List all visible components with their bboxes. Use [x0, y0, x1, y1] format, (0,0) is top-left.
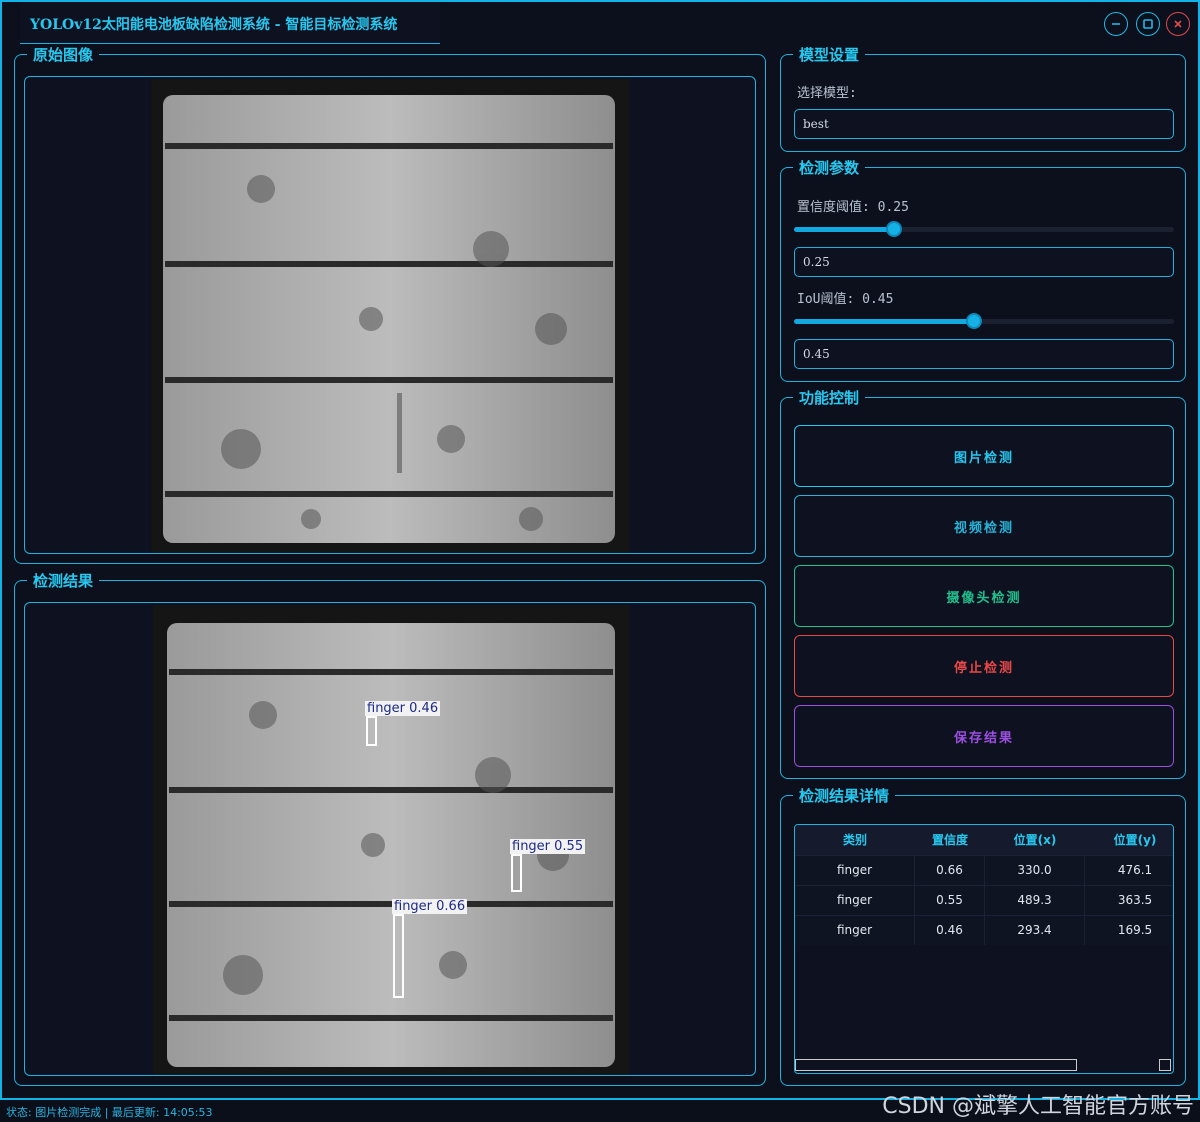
column-header[interactable]: 置信度 — [915, 825, 985, 855]
stop-detect-button[interactable]: 停止检测 — [794, 635, 1174, 697]
detection-label: finger 0.66 — [392, 899, 468, 914]
status-text: 状态: 图片检测完成 | 最后更新: 14:05:53 — [6, 1106, 213, 1119]
confidence-label: 置信度阈值: 0.25 — [797, 200, 909, 215]
table-cell: finger — [795, 886, 915, 915]
original-image-frame — [24, 76, 756, 554]
detection-params-title: 检测参数 — [793, 159, 866, 177]
column-header[interactable]: 位置(x) — [985, 825, 1085, 855]
original-image-title: 原始图像 — [27, 46, 100, 64]
result-details-title: 检测结果详情 — [793, 787, 896, 805]
table-cell: 0.46 — [915, 916, 985, 945]
table-cell: 0.55 — [915, 886, 985, 915]
result-table[interactable]: 类别 置信度 位置(x) 位置(y) finger 0.66 330.0 476… — [794, 824, 1174, 1074]
video-detect-button[interactable]: 视频检测 — [794, 495, 1174, 557]
iou-label: IoU阈值: 0.45 — [797, 292, 894, 307]
detection-label: finger 0.46 — [365, 701, 441, 716]
result-image-title: 检测结果 — [27, 572, 100, 590]
table-cell: 363.5 — [1117, 893, 1153, 907]
original-image — [151, 79, 629, 553]
model-settings-title: 模型设置 — [793, 46, 866, 64]
iou-slider-fill — [794, 319, 974, 324]
image-detect-button[interactable]: 图片检测 — [794, 425, 1174, 487]
result-image-frame: finger 0.46 finger 0.55 finger 0.66 — [24, 602, 756, 1076]
table-cell: 330.0 — [985, 856, 1085, 885]
table-header: 类别 置信度 位置(x) 位置(y) — [795, 825, 1173, 855]
window-title: YOLOv12太阳能电池板缺陷检测系统 - 智能目标检测系统 — [30, 17, 398, 33]
table-cell: 476.1 — [1117, 863, 1153, 877]
function-control-title: 功能控制 — [793, 389, 866, 407]
scrollbar-corner[interactable] — [1159, 1059, 1171, 1071]
save-result-button[interactable]: 保存结果 — [794, 705, 1174, 767]
model-select-label: 选择模型: — [797, 86, 857, 101]
column-header[interactable]: 类别 — [795, 825, 915, 855]
confidence-input[interactable]: 0.25 — [794, 247, 1174, 277]
confidence-slider-handle[interactable] — [886, 221, 902, 237]
table-cell: 293.4 — [985, 916, 1085, 945]
table-cell: 489.3 — [985, 886, 1085, 915]
horizontal-scrollbar[interactable] — [795, 1059, 1077, 1071]
table-row[interactable]: finger 0.46 293.4 169.5 — [795, 915, 1173, 945]
column-header[interactable]: 位置(y) — [1085, 825, 1173, 855]
confidence-slider[interactable] — [794, 220, 1174, 238]
maximize-icon — [1143, 19, 1153, 29]
detection-label: finger 0.55 — [510, 839, 586, 854]
maximize-button[interactable] — [1136, 12, 1160, 36]
iou-slider[interactable] — [794, 312, 1174, 330]
title-tab: YOLOv12太阳能电池板缺陷检测系统 - 智能目标检测系统 — [20, 2, 440, 44]
table-cell: finger — [795, 856, 915, 885]
title-bar[interactable]: YOLOv12太阳能电池板缺陷检测系统 - 智能目标检测系统 — [2, 2, 1198, 44]
result-image: finger 0.46 finger 0.55 finger 0.66 — [153, 605, 629, 1075]
camera-detect-button[interactable]: 摄像头检测 — [794, 565, 1174, 627]
iou-slider-handle[interactable] — [966, 313, 982, 329]
minimize-icon — [1112, 23, 1120, 25]
table-cell: 169.5 — [1117, 923, 1153, 937]
table-row[interactable]: finger 0.66 330.0 476.1 — [795, 855, 1173, 885]
table-cell: 0.66 — [915, 856, 985, 885]
table-row[interactable]: finger 0.55 489.3 363.5 — [795, 885, 1173, 915]
watermark: CSDN @斌擎人工智能官方账号 — [882, 1094, 1194, 1119]
close-button[interactable] — [1166, 12, 1190, 36]
model-select[interactable]: best — [794, 109, 1174, 139]
minimize-button[interactable] — [1104, 12, 1128, 36]
table-cell: finger — [795, 916, 915, 945]
close-icon — [1174, 20, 1182, 28]
confidence-slider-fill — [794, 227, 894, 232]
iou-input[interactable]: 0.45 — [794, 339, 1174, 369]
